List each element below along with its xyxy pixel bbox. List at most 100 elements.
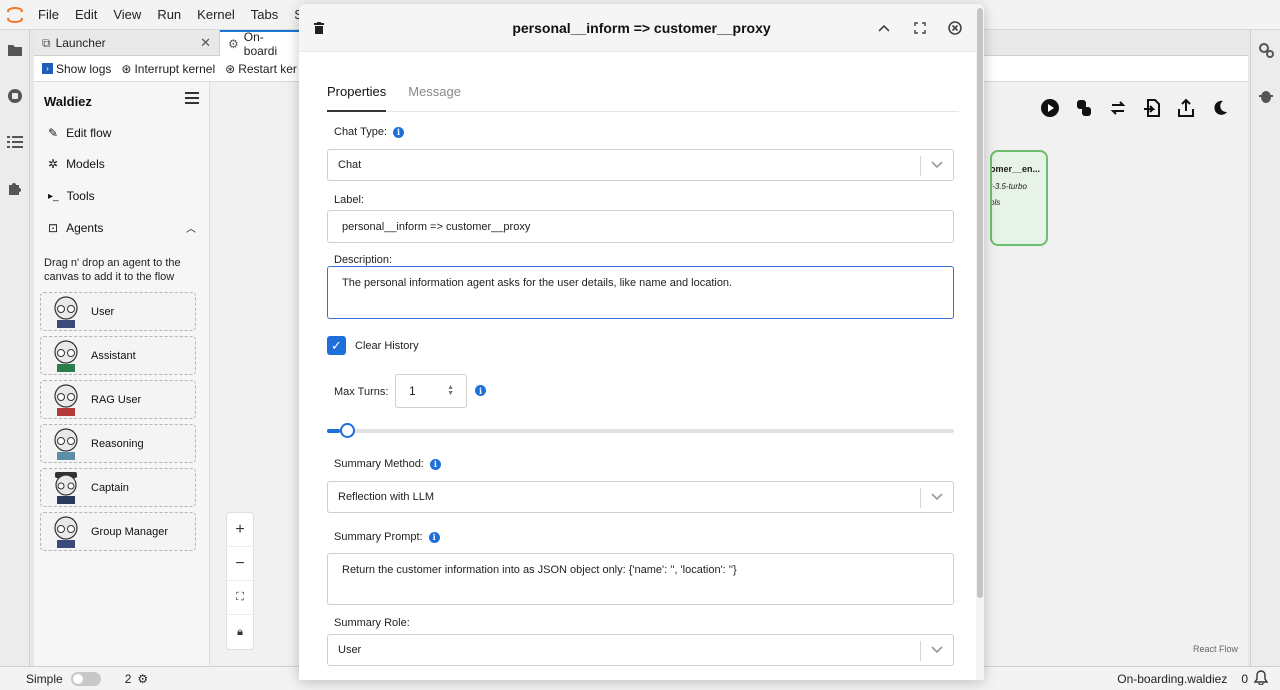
launcher-icon: ⧉ <box>42 35 51 50</box>
user-avatar-icon <box>54 295 78 328</box>
summary-method-select[interactable]: Reflection with LLM <box>327 481 954 513</box>
agent-card-reasoning[interactable]: Reasoning <box>40 424 196 463</box>
select-separator <box>920 488 921 508</box>
sidebar-item-models[interactable]: ✲ Models <box>48 157 105 171</box>
agent-node[interactable]: omer__en... t-3.5-turbo ols <box>990 150 1048 246</box>
circle-stop-icon[interactable] <box>5 86 25 106</box>
agents-hint: Drag n' drop an agent to the canvas to a… <box>44 257 181 283</box>
info-icon[interactable]: i <box>393 126 404 138</box>
summary-method-label-text: Summary Method: <box>334 458 424 470</box>
description-textarea[interactable]: The personal information agent asks for … <box>327 266 954 319</box>
edit-flow-label: Edit flow <box>66 126 112 140</box>
agent-card-user[interactable]: User <box>40 292 196 331</box>
menu-run[interactable]: Run <box>149 7 189 22</box>
menu-tabs[interactable]: Tabs <box>243 7 286 22</box>
close-icon[interactable]: ✕ <box>200 35 211 51</box>
menu-edit[interactable]: Edit <box>67 7 105 22</box>
tab-properties[interactable]: Properties <box>327 80 387 112</box>
interrupt-kernel-button[interactable]: ⊛ Interrupt kernel <box>121 62 215 76</box>
tab-message[interactable]: Message <box>408 80 461 112</box>
python-icon[interactable] <box>1074 98 1094 121</box>
folder-icon[interactable] <box>5 40 25 60</box>
notification-count: 0 <box>1241 671 1248 686</box>
summary-role-select[interactable]: User <box>327 634 954 666</box>
agent-card-label: User <box>91 305 115 318</box>
bug-icon[interactable] <box>1256 86 1276 106</box>
bell-icon[interactable] <box>1253 669 1269 688</box>
import-icon[interactable] <box>1142 98 1162 121</box>
moon-icon[interactable] <box>1210 98 1230 121</box>
menu-file[interactable]: File <box>30 7 67 22</box>
agent-card-captain[interactable]: Captain <box>40 468 196 507</box>
react-flow-attribution[interactable]: React Flow <box>1193 644 1238 654</box>
summary-prompt-label-text: Summary Prompt: <box>334 531 423 543</box>
waldiez-icon: ⚙ <box>228 37 239 51</box>
fit-view-icon[interactable]: ⛶ <box>227 581 253 615</box>
summary-role-value: User <box>338 644 362 656</box>
chevron-down-icon[interactable] <box>931 645 943 657</box>
tab-onboarding[interactable]: ⚙ On-boardi <box>220 30 300 58</box>
agent-card-rag-user[interactable]: RAG User <box>40 380 196 419</box>
checkmark-icon[interactable]: ✓ <box>327 336 346 355</box>
play-icon[interactable] <box>1040 98 1060 121</box>
puzzle-icon[interactable] <box>5 178 25 198</box>
restart-kernel-button[interactable]: ⊛ Restart ker <box>225 62 297 76</box>
waldiez-sidebar: Waldiez ✎ Edit flow ✲ Models ▸_ Tools ⊡ … <box>34 82 210 666</box>
info-icon[interactable]: i <box>429 458 441 470</box>
close-icon[interactable] <box>945 18 965 38</box>
show-logs-button[interactable]: › Show logs <box>42 62 111 76</box>
description-label: Description: <box>334 254 393 266</box>
restart-kernel-label: Restart ker <box>238 61 297 76</box>
info-icon[interactable]: i <box>428 531 440 543</box>
canvas-toolbar <box>1040 98 1230 121</box>
tab-launcher[interactable]: ⧉ Launcher ✕ <box>34 30 220 56</box>
collapse-icon[interactable] <box>874 18 894 38</box>
slider-thumb[interactable] <box>339 423 355 438</box>
sidebar-item-tools[interactable]: ▸_ Tools <box>48 189 95 203</box>
zoom-controls: + − ⛶ 🔒︎ <box>226 512 254 650</box>
menu-kernel[interactable]: Kernel <box>189 7 243 22</box>
chevron-down-icon[interactable] <box>931 492 943 504</box>
zoom-in-button[interactable]: + <box>227 513 253 547</box>
sidebar-item-agents[interactable]: ⊡ Agents ︿ <box>48 220 196 236</box>
summary-role-label: Summary Role: <box>334 617 410 629</box>
max-turns-slider[interactable] <box>327 423 954 438</box>
interrupt-kernel-label: Interrupt kernel <box>134 61 216 76</box>
assistant-avatar-icon <box>54 339 78 372</box>
models-label: Models <box>66 157 105 171</box>
convert-icon[interactable] <box>1108 98 1128 121</box>
agent-card-label: RAG User <box>91 393 142 406</box>
hamburger-menu-icon[interactable] <box>185 92 199 107</box>
kernel-count[interactable]: 2 <box>125 672 132 686</box>
spinner-arrows-icon[interactable]: ▲ ▼ <box>447 384 454 397</box>
select-separator <box>920 641 921 661</box>
lock-icon[interactable]: 🔒︎ <box>227 615 253 649</box>
fullscreen-icon[interactable] <box>910 18 930 38</box>
export-icon[interactable] <box>1176 98 1196 121</box>
chevron-down-icon[interactable] <box>931 160 943 172</box>
menu-view[interactable]: View <box>105 7 149 22</box>
scrollbar-thumb[interactable] <box>977 8 983 598</box>
summary-prompt-textarea[interactable]: Return the customer information into as … <box>327 553 954 605</box>
label-input[interactable]: personal__inform => customer__proxy <box>327 210 954 243</box>
max-turns-stepper[interactable]: 1 ▲ ▼ <box>395 374 467 408</box>
agent-card-assistant[interactable]: Assistant <box>40 336 196 375</box>
sidebar-item-edit-flow[interactable]: ✎ Edit flow <box>48 126 111 140</box>
reasoning-avatar-icon <box>54 427 78 460</box>
agent-card-group-manager[interactable]: Group Manager <box>40 512 196 551</box>
list-icon[interactable] <box>5 132 25 152</box>
simple-mode-toggle[interactable] <box>70 671 101 686</box>
kernel-gear-icon[interactable]: ⚙ <box>137 672 148 686</box>
chat-type-value: Chat <box>338 159 362 171</box>
agents-label: Agents <box>66 220 104 235</box>
chat-type-select[interactable]: Chat <box>327 149 954 181</box>
clear-history-checkbox[interactable]: ✓ Clear History <box>327 336 419 355</box>
info-icon[interactable]: i <box>475 385 486 396</box>
captain-avatar-icon <box>55 471 77 504</box>
modal-scrollbar[interactable] <box>976 4 984 680</box>
chat-type-label-text: Chat Type: <box>334 126 387 138</box>
robot-icon: ⊡ <box>48 220 59 235</box>
max-turns-label: Max Turns: <box>334 386 389 398</box>
zoom-out-button[interactable]: − <box>227 547 253 581</box>
gear-icon[interactable] <box>1256 40 1276 60</box>
